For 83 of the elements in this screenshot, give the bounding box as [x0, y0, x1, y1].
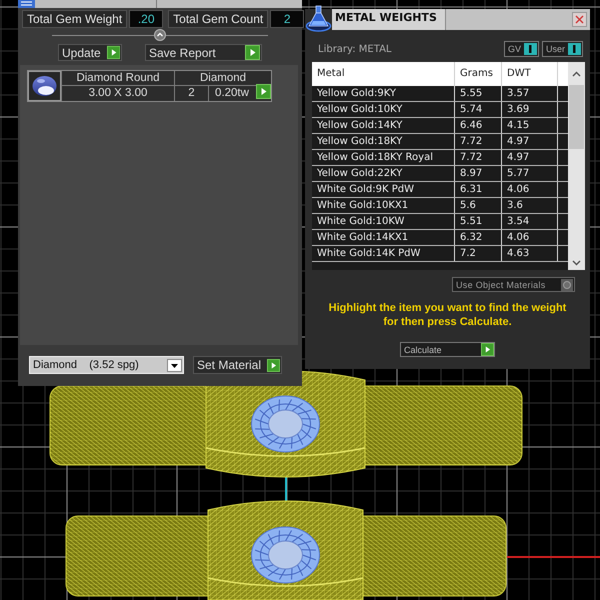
table-cell: Yellow Gold:10KY [312, 102, 455, 117]
caret-up-icon[interactable] [572, 70, 581, 76]
table-row[interactable]: White Gold:10KW 5.51 3.54 [312, 214, 568, 230]
table-cell: 7.72 [455, 150, 502, 165]
table-cell: 6.31 [455, 182, 502, 197]
play-icon [245, 45, 260, 60]
caret-down-icon [167, 358, 182, 372]
use-object-materials-toggle[interactable]: Use Object Materials [452, 277, 575, 292]
table-row[interactable]: White Gold:14KX1 6.32 4.06 [312, 230, 568, 246]
table-cell: Yellow Gold:22KY [312, 166, 455, 181]
close-icon [575, 15, 584, 24]
table-row[interactable]: Yellow Gold:22KY 8.97 5.77 [312, 166, 568, 182]
play-icon [267, 358, 280, 372]
table-row[interactable]: Yellow Gold:10KY 5.74 3.69 [312, 102, 568, 118]
table-cell: 3.69 [502, 102, 558, 117]
play-icon[interactable] [256, 84, 270, 98]
table-cell: 3.00 X 3.00 [61, 86, 174, 101]
table-cell: 7.2 [455, 246, 502, 261]
table-cell: 4.63 [502, 246, 558, 261]
table-cell: 3.54 [502, 214, 558, 229]
table-cell: Yellow Gold:14KY [312, 118, 455, 133]
field-label: Total Gem Weight [22, 10, 128, 28]
material-dropdown[interactable]: Diamond (3.52 spg) [29, 356, 184, 374]
table-cell: White Gold:14K PdW [312, 246, 455, 261]
close-button[interactable] [572, 12, 587, 27]
table-cell: Yellow Gold:18KY Royal [312, 150, 455, 165]
table-cell: White Gold:10KX1 [312, 198, 455, 213]
table-row[interactable]: Yellow Gold:9KY 5.55 3.57 [312, 86, 568, 102]
table-cell: 5.55 [455, 86, 502, 101]
table-row[interactable]: Yellow Gold:14KY 6.46 4.15 [312, 118, 568, 134]
table-cell: 4.06 [502, 230, 558, 245]
table-cell: 5.77 [502, 166, 558, 181]
gemstone [251, 526, 320, 584]
axis-line [285, 476, 287, 502]
table-cell: Diamond Round [61, 71, 174, 86]
table-cell: Yellow Gold:9KY [312, 86, 455, 101]
play-icon [481, 343, 494, 356]
table-cell: 6.46 [455, 118, 502, 133]
toggle-switch[interactable]: GV [504, 41, 539, 57]
value-field: .20 [129, 10, 164, 28]
gem-row[interactable]: Diamond Round Diamond 3.00 X 3.00 2 0.20tw [27, 70, 272, 102]
table-cell: White Gold:10KW [312, 214, 455, 229]
table-cell: 4.15 [502, 118, 558, 133]
gem-icon [28, 71, 61, 101]
table-cell: White Gold:14KX1 [312, 230, 455, 245]
table-cell: Yellow Gold:18KY [312, 134, 455, 149]
table-cell: 5.51 [455, 214, 502, 229]
window-icon [18, 0, 35, 8]
play-icon [106, 45, 120, 60]
flask-icon [305, 5, 332, 32]
table-cell: 2 [174, 86, 208, 101]
table-row[interactable]: White Gold:14K PdW 7.2 4.63 [312, 246, 568, 262]
table-row[interactable]: Yellow Gold:18KY 7.72 4.97 [312, 134, 568, 150]
table-cell: 4.97 [502, 134, 558, 149]
scrollbar[interactable] [568, 62, 585, 270]
table-row[interactable]: White Gold:9K PdW 6.31 4.06 [312, 182, 568, 198]
table-cell: 8.97 [455, 166, 502, 181]
table-row[interactable]: White Gold:10KX1 5.6 3.6 [312, 198, 568, 214]
table-cell: 5.74 [455, 102, 502, 117]
field-label: Total Gem Count [168, 10, 268, 28]
window-title: METAL WEIGHTS [332, 9, 446, 30]
table-cell: 5.6 [455, 198, 502, 213]
table-cell: 7.72 [455, 134, 502, 149]
table-cell: 6.32 [455, 230, 502, 245]
table-row[interactable]: Yellow Gold:18KY Royal 7.72 4.97 [312, 150, 568, 166]
calculate-button[interactable]: Calculate [400, 342, 495, 357]
table-cell: 4.97 [502, 150, 558, 165]
library-label: Library: METAL [318, 44, 392, 54]
action-button[interactable]: Update [58, 44, 122, 61]
action-button[interactable]: Save Report [145, 44, 262, 61]
instruction-text: Highlight the item you want to find the weight for then press Calculate. [328, 302, 568, 329]
caret-down-icon[interactable] [572, 260, 581, 266]
splitter-handle-icon[interactable] [154, 29, 166, 41]
toggle-switch[interactable]: User [542, 41, 583, 57]
table-cell: 3.57 [502, 86, 558, 101]
value-field: 2 [270, 10, 304, 28]
table-cell: White Gold:9K PdW [312, 182, 455, 197]
table-cell: 4.06 [502, 182, 558, 197]
set-material-button[interactable]: Set Material [193, 356, 282, 374]
table-cell: 0.20tw [208, 86, 255, 101]
table-cell: 3.6 [502, 198, 558, 213]
scroll-thumb[interactable] [569, 85, 584, 149]
gemstone [251, 396, 320, 452]
